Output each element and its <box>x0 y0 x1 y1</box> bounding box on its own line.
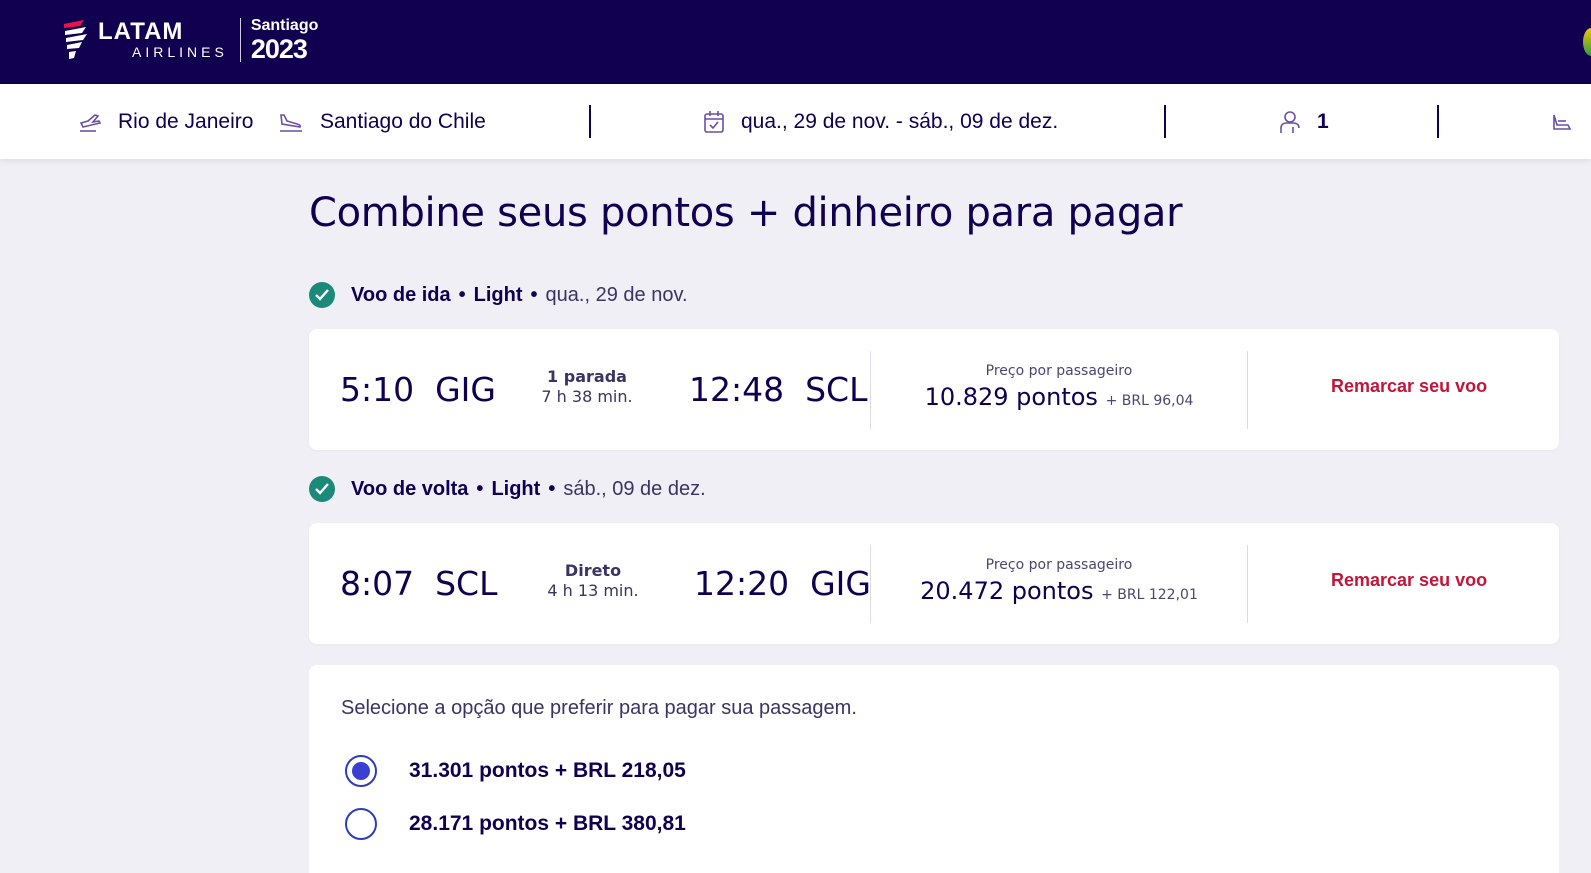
profile-avatar[interactable] <box>1583 28 1591 56</box>
arrival: 12:20 GIG <box>694 523 871 644</box>
outbound-leg-header: Voo de ida • Light • qua., 29 de nov. <box>309 280 688 310</box>
divider <box>1247 545 1248 623</box>
inbound-leg-header: Voo de volta • Light • sáb., 09 de dez. <box>309 474 706 504</box>
price-points: 20.472 pontos <box>920 577 1094 605</box>
latam-logo[interactable]: LATAM AIRLINES Santiago 2023 <box>62 16 318 64</box>
radio-unselected[interactable] <box>345 808 377 840</box>
stops-label: 1 parada <box>547 367 627 386</box>
top-header: LATAM AIRLINES Santiago 2023 <box>0 0 1591 84</box>
seat-icon <box>1553 114 1572 130</box>
payment-option-1[interactable]: 31.301 pontos + BRL 218,05 <box>345 754 686 788</box>
person-icon <box>1280 110 1300 133</box>
departure-time: 5:10 <box>340 370 415 409</box>
fare-label: Light <box>491 477 541 500</box>
price-block: Preço por passageiro 10.829 pontos + BRL… <box>871 361 1247 417</box>
leg-date: sáb., 09 de dez. <box>563 477 706 500</box>
arrival-airport: SCL <box>805 370 868 409</box>
radio-selected[interactable] <box>345 755 377 787</box>
brand-sub: AIRLINES <box>132 44 228 60</box>
passengers-field[interactable]: 1 <box>1279 84 1329 159</box>
arrival-time: 12:48 <box>689 370 785 409</box>
leg-label: Voo de ida <box>351 283 451 306</box>
destination-label: Santiago do Chile <box>320 109 486 133</box>
bullet: • <box>476 477 484 500</box>
bullet: • <box>530 283 538 306</box>
stops-label: Direto <box>564 561 622 580</box>
origin-field[interactable]: Rio de Janeiro <box>78 84 253 159</box>
divider <box>1437 105 1439 138</box>
payment-question: Selecione a opção que preferir para paga… <box>341 697 857 719</box>
calendar-icon <box>704 110 724 133</box>
fare-label: Light <box>473 283 523 306</box>
inbound-flight-card: 8:07 SCL Direto 4 h 13 min. 12:20 GIG Pr… <box>309 523 1559 644</box>
bullet: • <box>548 477 556 500</box>
departure: 8:07 SCL <box>340 523 497 644</box>
destination-field[interactable]: Santiago do Chile <box>278 84 486 159</box>
price-label: Preço por passageiro <box>985 363 1133 379</box>
price-cash: + BRL 122,01 <box>1101 587 1198 603</box>
check-circle-icon <box>309 476 335 502</box>
price-label: Preço por passageiro <box>985 557 1133 573</box>
departure-airport: GIG <box>435 370 496 409</box>
search-summary-bar: Rio de Janeiro Santiago do Chile qua., 2… <box>0 84 1591 159</box>
stops-info: 1 parada 7 h 38 min. <box>527 367 647 407</box>
dates-label: qua., 29 de nov. - sáb., 09 de dez. <box>741 109 1059 133</box>
bullet: • <box>458 283 466 306</box>
payment-options-panel: Selecione a opção que preferir para paga… <box>309 665 1559 873</box>
check-circle-icon <box>309 282 335 308</box>
leg-date: qua., 29 de nov. <box>545 283 688 306</box>
page-title: Combine seus pontos + dinheiro para paga… <box>309 190 1183 236</box>
landing-icon <box>280 113 302 132</box>
price-points: 10.829 pontos <box>924 383 1098 411</box>
event-city: Santiago <box>250 17 319 34</box>
passengers-count: 1 <box>1317 109 1329 133</box>
payment-option-label: 31.301 pontos + BRL 218,05 <box>409 759 686 782</box>
rebook-inbound-link[interactable]: Remarcar seu voo <box>1331 570 1487 591</box>
duration-label: 7 h 38 min. <box>541 387 633 406</box>
takeoff-icon <box>79 113 102 132</box>
origin-label: Rio de Janeiro <box>118 109 254 133</box>
departure: 5:10 GIG <box>340 329 496 450</box>
price-cash: + BRL 96,04 <box>1105 393 1194 409</box>
outbound-flight-card: 5:10 GIG 1 parada 7 h 38 min. 12:48 SCL … <box>309 329 1559 450</box>
arrival-time: 12:20 <box>694 564 790 603</box>
logo-divider <box>239 18 241 62</box>
departure-airport: SCL <box>435 564 498 603</box>
dates-field[interactable]: qua., 29 de nov. - sáb., 09 de dez. <box>703 84 1058 159</box>
duration-label: 4 h 13 min. <box>547 581 639 600</box>
stops-info: Direto 4 h 13 min. <box>533 561 653 601</box>
rebook-outbound-link[interactable]: Remarcar seu voo <box>1331 376 1487 397</box>
arrival: 12:48 SCL <box>689 329 867 450</box>
latam-logo-mark-icon <box>64 20 87 59</box>
radio-dot <box>352 762 370 780</box>
event-year: 2023 <box>250 34 308 64</box>
payment-option-2[interactable]: 28.171 pontos + BRL 380,81 <box>345 807 686 841</box>
payment-option-label: 28.171 pontos + BRL 380,81 <box>409 812 686 835</box>
divider <box>1247 351 1248 429</box>
cabin-field[interactable] <box>1550 84 1590 159</box>
price-block: Preço por passageiro 20.472 pontos + BRL… <box>871 555 1247 611</box>
leg-label: Voo de volta <box>351 477 469 500</box>
brand-name: LATAM <box>98 18 184 45</box>
arrival-airport: GIG <box>810 564 871 603</box>
event-logo: Santiago 2023 <box>251 17 319 63</box>
departure-time: 8:07 <box>340 564 415 603</box>
divider <box>1164 105 1166 138</box>
divider <box>589 105 591 138</box>
